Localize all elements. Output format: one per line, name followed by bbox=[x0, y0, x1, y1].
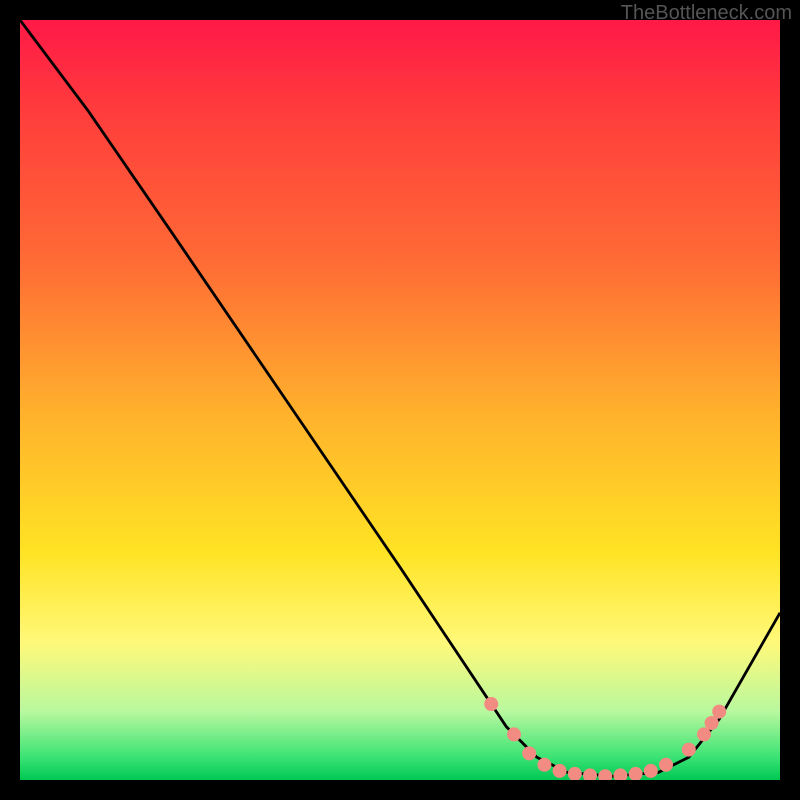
marker-dot bbox=[629, 767, 643, 780]
plot-area bbox=[20, 20, 780, 780]
marker-dot bbox=[568, 767, 582, 780]
marker-dot bbox=[507, 727, 521, 741]
marker-dot bbox=[484, 697, 498, 711]
marker-dot bbox=[613, 768, 627, 780]
marker-dot bbox=[644, 764, 658, 778]
marker-dot bbox=[712, 705, 726, 719]
marker-dot bbox=[553, 764, 567, 778]
marker-dot bbox=[659, 758, 673, 772]
optimal-range-dots bbox=[484, 697, 726, 780]
chart-overlay bbox=[20, 20, 780, 780]
chart-frame: TheBottleneck.com bbox=[0, 0, 800, 800]
marker-dot bbox=[583, 768, 597, 780]
marker-dot bbox=[598, 769, 612, 780]
marker-dot bbox=[697, 727, 711, 741]
marker-dot bbox=[682, 743, 696, 757]
marker-dot bbox=[522, 746, 536, 760]
marker-dot bbox=[537, 758, 551, 772]
bottleneck-curve bbox=[20, 20, 780, 776]
marker-dot bbox=[705, 716, 719, 730]
watermark-text: TheBottleneck.com bbox=[621, 2, 792, 25]
